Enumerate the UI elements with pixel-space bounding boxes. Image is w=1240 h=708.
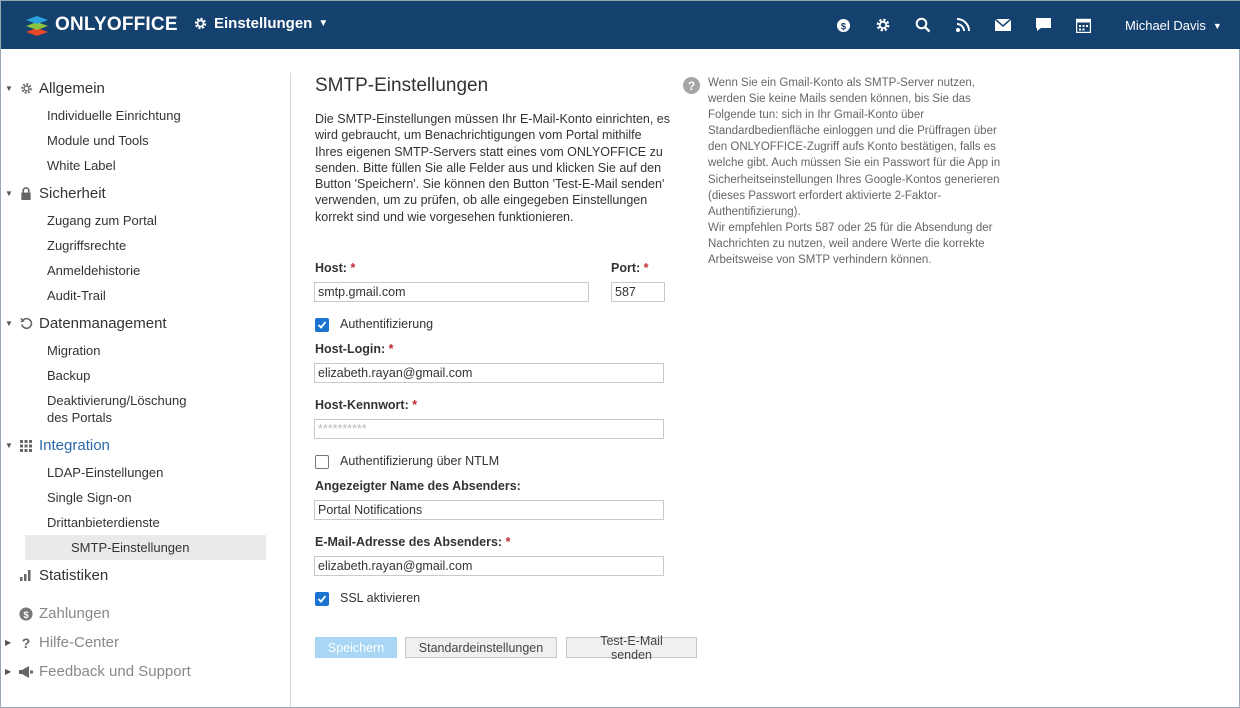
required-mark: * (388, 342, 394, 356)
checkmark-icon (317, 595, 327, 603)
svg-text:$: $ (23, 609, 29, 620)
mail-icon[interactable] (983, 15, 1023, 35)
sidebar-item-module-und-tools[interactable]: Module und Tools (1, 132, 242, 149)
sidebar-section-label: Zahlungen (39, 605, 110, 622)
user-name: Michael Davis (1125, 18, 1206, 33)
ssl-label: SSL aktivieren (340, 591, 421, 605)
sidebar-section-label: Integration (39, 437, 110, 454)
chevron-down-icon: ▼ (5, 319, 13, 328)
module-switcher[interactable]: Einstellungen ▼ (193, 15, 328, 32)
sidebar-section-label: Datenmanagement (39, 315, 167, 332)
save-button[interactable]: Speichern (315, 637, 397, 658)
sidebar-item-zugang-zum-portal[interactable]: Zugang zum Portal (1, 212, 242, 229)
sender-name-input[interactable] (314, 500, 664, 520)
sidebar-section-integration[interactable]: ▼ Integration (5, 437, 110, 454)
onlyoffice-logo[interactable]: ONLYOFFICE (25, 12, 178, 38)
payments-icon[interactable]: $ (823, 15, 863, 35)
host-login-label: Host-Login: * (315, 342, 394, 356)
settings-icon[interactable] (863, 15, 903, 35)
gear-icon (194, 17, 207, 30)
default-settings-button[interactable]: Standardeinstellungen (405, 637, 557, 658)
host-login-input[interactable] (314, 363, 664, 383)
host-input[interactable] (314, 282, 589, 302)
search-icon[interactable] (903, 15, 943, 35)
sidebar-item-single-sign-on[interactable]: Single Sign-on (1, 489, 242, 506)
top-navigation-bar: ONLYOFFICE Einstellungen ▼ $ Michael Dav… (1, 1, 1240, 49)
sidebar-section-datenmanagement[interactable]: ▼ Datenmanagement (5, 315, 167, 332)
grid-icon (19, 439, 33, 453)
ssl-checkbox[interactable] (315, 592, 329, 606)
chart-icon (19, 569, 33, 583)
ntlm-label: Authentifizierung über NTLM (340, 454, 500, 468)
required-mark: * (505, 535, 511, 549)
module-label: Einstellungen (214, 15, 313, 32)
sidebar-item-anmeldehistorie[interactable]: Anmeldehistorie (1, 262, 242, 279)
svg-text:$: $ (840, 21, 846, 31)
sidebar-item-zugriffsrechte[interactable]: Zugriffsrechte (1, 237, 242, 254)
sidebar-item-individuelle-einrichtung[interactable]: Individuelle Einrichtung (1, 107, 242, 124)
checkmark-icon (317, 321, 327, 329)
host-label: Host: * (315, 261, 356, 275)
chevron-down-icon: ▼ (5, 84, 13, 93)
chat-icon[interactable] (1023, 15, 1063, 35)
gear-icon (19, 82, 33, 96)
chevron-down-icon: ▼ (5, 441, 13, 450)
feed-icon[interactable] (943, 15, 983, 35)
sidebar-section-label: Feedback und Support (39, 663, 191, 680)
port-label: Port: * (611, 261, 649, 275)
question-icon: ? (683, 77, 700, 94)
restore-icon (19, 317, 33, 331)
sidebar-item-ldap-einstellungen[interactable]: LDAP-Einstellungen (1, 464, 242, 481)
sidebar-item-migration[interactable]: Migration (1, 342, 242, 359)
sidebar-section-sicherheit[interactable]: ▼ Sicherheit (5, 185, 106, 202)
sidebar-item-backup[interactable]: Backup (1, 367, 242, 384)
sidebar-section-feedback[interactable]: ▶ Feedback und Support (5, 663, 191, 680)
host-password-label: Host-Kennwort: * (315, 398, 418, 412)
sidebar-section-label: Hilfe-Center (39, 634, 120, 651)
authentication-label: Authentifizierung (340, 317, 434, 331)
logo-text: ONLYOFFICE (55, 14, 178, 35)
sidebar-section-hilfe-center[interactable]: ▶ ? Hilfe-Center (5, 634, 119, 651)
page-description: Die SMTP-Einstellungen müssen Ihr E-Mail… (315, 112, 671, 224)
onlyoffice-logo-icon (26, 16, 48, 36)
sidebar-item-smtp-einstellungen[interactable]: SMTP-Einstellungen (25, 535, 266, 560)
sidebar-section-label: Sicherheit (39, 185, 106, 202)
authentication-checkbox[interactable] (315, 318, 329, 332)
sidebar-section-statistiken[interactable]: Statistiken (5, 567, 108, 584)
sidebar-item-deaktivierung[interactable]: Deaktivierung/Löschung des Portals (1, 392, 201, 426)
send-test-email-button[interactable]: Test-E-Mail senden (566, 634, 697, 662)
chevron-down-icon: ▼ (1212, 20, 1222, 31)
sidebar-section-allgemein[interactable]: ▼ Allgemein (5, 80, 105, 97)
payments-icon: $ (19, 606, 33, 621)
lock-icon (19, 187, 33, 201)
chevron-down-icon: ▼ (5, 189, 13, 198)
help-text: Wenn Sie ein Gmail-Konto als SMTP-Server… (708, 77, 1001, 267)
calendar-icon[interactable] (1063, 15, 1103, 35)
chevron-right-icon: ▶ (5, 638, 12, 647)
megaphone-icon (19, 665, 33, 679)
sidebar-item-drittanbieterdienste[interactable]: Drittanbieterdienste (1, 514, 242, 531)
sidebar-section-label: Allgemein (39, 80, 105, 97)
user-menu[interactable]: Michael Davis ▼ (1125, 18, 1222, 33)
sidebar-divider (290, 73, 291, 707)
sender-email-label: E-Mail-Adresse des Absenders: * (315, 535, 511, 549)
page-title: SMTP-Einstellungen (315, 75, 489, 96)
sender-email-input[interactable] (314, 556, 664, 576)
sidebar-item-audit-trail[interactable]: Audit-Trail (1, 287, 242, 304)
port-input[interactable] (611, 282, 665, 302)
question-icon: ? (21, 634, 31, 651)
sidebar-section-zahlungen[interactable]: $ Zahlungen (5, 605, 110, 622)
chevron-down-icon: ▼ (318, 18, 329, 29)
chevron-right-icon: ▶ (5, 667, 12, 676)
host-password-input[interactable] (314, 419, 664, 439)
sender-name-label: Angezeigter Name des Absenders: (315, 479, 521, 493)
required-mark: * (643, 261, 649, 275)
required-mark: * (350, 261, 356, 275)
sidebar-section-label: Statistiken (39, 567, 109, 584)
required-mark: * (412, 398, 418, 412)
sidebar-item-white-label[interactable]: White Label (1, 157, 242, 174)
ntlm-checkbox[interactable] (315, 455, 329, 469)
